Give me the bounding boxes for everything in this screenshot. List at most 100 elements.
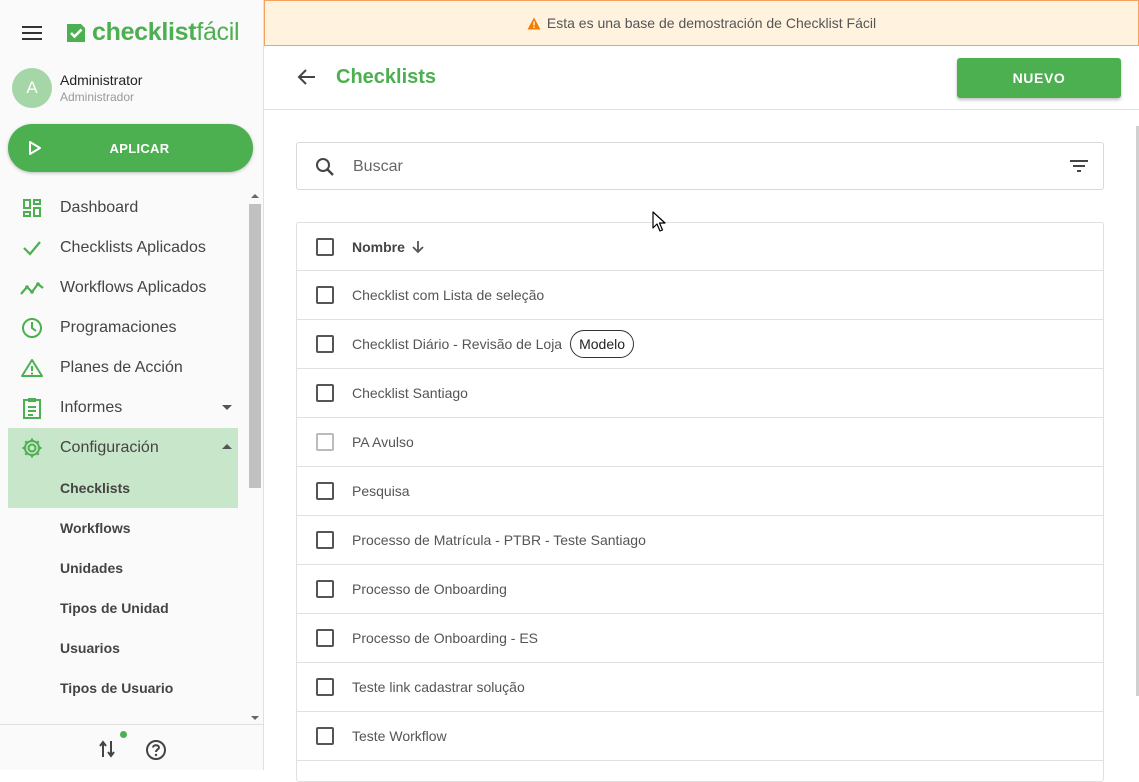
sidebar-item-label: Programaciones — [60, 319, 177, 336]
row-checkbox[interactable] — [316, 629, 334, 647]
logo-text-bold: checklist — [92, 18, 197, 46]
logo: checklistfácil — [64, 18, 240, 47]
scrollbar-thumb[interactable] — [249, 204, 261, 488]
row-checkbox[interactable] — [316, 531, 334, 549]
user-profile: A Administrator Administrador — [12, 68, 142, 108]
sort-arrow-down-icon[interactable] — [411, 240, 425, 254]
page-title: Checklists — [336, 66, 437, 88]
gear-icon — [20, 436, 44, 460]
row-name[interactable]: Pesquisa — [352, 483, 410, 499]
sync-status-dot — [120, 731, 127, 738]
sidebar-item-label: Configuración — [60, 439, 159, 456]
chevron-down-icon — [222, 405, 232, 410]
row-checkbox[interactable] — [316, 482, 334, 500]
sidebar-subitem-tipos-de-unidad[interactable]: Tipos de Unidad — [8, 588, 238, 628]
sidebar-footer — [0, 724, 264, 770]
sidebar-subitem-tipos-de-usuario[interactable]: Tipos de Usuario — [8, 668, 238, 708]
table-row[interactable]: Checklist Santiago — [297, 369, 1103, 418]
row-name[interactable]: Teste link cadastrar solução — [352, 679, 525, 695]
row-checkbox[interactable] — [316, 678, 334, 696]
scroll-down-icon[interactable] — [251, 716, 259, 720]
sidebar-item-label: Planes de Acción — [60, 359, 183, 376]
demo-banner: Esta es una base de demostración de Chec… — [264, 0, 1139, 46]
table-row[interactable]: PA Avulso — [297, 418, 1103, 467]
sidebar-item-label: Checklists Aplicados — [60, 239, 206, 256]
apply-button[interactable]: APLICAR — [8, 124, 253, 172]
sidebar-item-workflows-aplicados[interactable]: Workflows Aplicados — [8, 268, 238, 308]
table-row[interactable]: Teste Workflow — [297, 712, 1103, 761]
chevron-up-icon — [222, 444, 232, 449]
sidebar-item-planes-de-accion[interactable]: Planes de Acción — [8, 348, 238, 388]
banner-text: Esta es una base de demostración de Chec… — [546, 15, 877, 31]
row-name[interactable]: Processo de Onboarding - ES — [352, 630, 538, 646]
sidebar-item-label: Informes — [60, 399, 123, 416]
sidebar-topbar: checklistfácil — [0, 0, 264, 64]
sidebar-scrollbar[interactable] — [248, 192, 262, 722]
sidebar-item-programaciones[interactable]: Programaciones — [8, 308, 238, 348]
clipboard-icon — [20, 396, 44, 420]
sidebar-subitem-checklists[interactable]: Checklists — [8, 468, 238, 508]
search-bar — [296, 142, 1104, 190]
filter-icon[interactable] — [1069, 159, 1089, 173]
menu-icon[interactable] — [22, 26, 42, 40]
row-name[interactable]: Checklist Diário - Revisão de Loja — [352, 336, 562, 352]
new-button[interactable]: NUEVO — [957, 58, 1121, 98]
sidebar-subitem-workflows[interactable]: Workflows — [8, 508, 238, 548]
sidebar-subitem-usuarios[interactable]: Usuarios — [8, 628, 238, 668]
avatar: A — [12, 68, 52, 108]
user-name: Administrator — [60, 72, 143, 88]
sidebar-item-label: Workflows Aplicados — [60, 279, 207, 296]
warning-icon — [20, 356, 44, 380]
sidebar-item-dashboard[interactable]: Dashboard — [8, 188, 238, 228]
clock-icon — [20, 316, 44, 340]
row-name[interactable]: Checklist com Lista de seleção — [352, 287, 544, 303]
row-checkbox[interactable] — [316, 384, 334, 402]
table-row[interactable]: Processo de Onboarding — [297, 565, 1103, 614]
table-row[interactable]: Checklist Diário - Revisão de Loja Model… — [297, 320, 1103, 369]
dashboard-icon — [20, 196, 44, 220]
column-header-nombre[interactable]: Nombre — [352, 239, 405, 255]
checklists-table: Nombre Checklist com Lista de seleção Ch… — [296, 222, 1104, 782]
sidebar: checklistfácil A Administrator Administr… — [0, 0, 264, 770]
search-input[interactable] — [353, 155, 1033, 179]
row-name[interactable]: Processo de Matrícula - PTBR - Teste San… — [352, 532, 646, 548]
back-arrow-icon[interactable] — [297, 68, 317, 86]
row-name[interactable]: Teste Workflow — [352, 728, 447, 744]
help-icon[interactable] — [145, 739, 167, 761]
sync-icon[interactable] — [98, 739, 116, 759]
logo-check-icon — [67, 23, 85, 42]
search-icon — [316, 158, 334, 176]
sidebar-subitem-unidades[interactable]: Unidades — [8, 548, 238, 588]
table-row[interactable]: Teste link cadastrar solução — [297, 663, 1103, 712]
trending-icon — [20, 276, 44, 300]
table-row[interactable]: Checklist com Lista de seleção — [297, 271, 1103, 320]
table-row[interactable]: Processo de Matrícula - PTBR - Teste San… — [297, 516, 1103, 565]
check-icon — [20, 236, 44, 260]
page-header: Checklists NUEVO — [264, 46, 1139, 110]
mouse-cursor-icon — [652, 211, 666, 232]
table-row[interactable]: Pesquisa — [297, 467, 1103, 516]
row-checkbox[interactable] — [316, 335, 334, 353]
sidebar-nav: Dashboard Checklists Aplicados Workflows… — [8, 188, 238, 723]
sidebar-item-label: Dashboard — [60, 199, 139, 216]
row-name[interactable]: PA Avulso — [352, 434, 414, 450]
logo-text-light: fácil — [196, 18, 240, 46]
row-name[interactable]: Processo de Onboarding — [352, 581, 507, 597]
row-checkbox[interactable] — [316, 580, 334, 598]
row-checkbox[interactable] — [316, 433, 334, 451]
warning-icon — [527, 17, 541, 29]
user-role: Administrador — [60, 90, 135, 104]
table-row[interactable]: Processo de Onboarding - ES — [297, 614, 1103, 663]
sidebar-item-informes[interactable]: Informes — [8, 388, 238, 428]
scroll-up-icon[interactable] — [251, 194, 259, 198]
sidebar-item-configuracion[interactable]: Configuración — [8, 428, 238, 468]
select-all-checkbox[interactable] — [316, 237, 334, 256]
sidebar-subitem-regiones[interactable]: Regiones/G... — [8, 708, 238, 723]
sidebar-item-checklists-aplicados[interactable]: Checklists Aplicados — [8, 228, 238, 268]
model-badge: Modelo — [570, 330, 635, 358]
row-name[interactable]: Checklist Santiago — [352, 385, 468, 401]
row-checkbox[interactable] — [316, 286, 334, 304]
row-checkbox[interactable] — [316, 727, 334, 745]
play-icon — [29, 141, 41, 155]
apply-button-label: APLICAR — [109, 140, 170, 156]
